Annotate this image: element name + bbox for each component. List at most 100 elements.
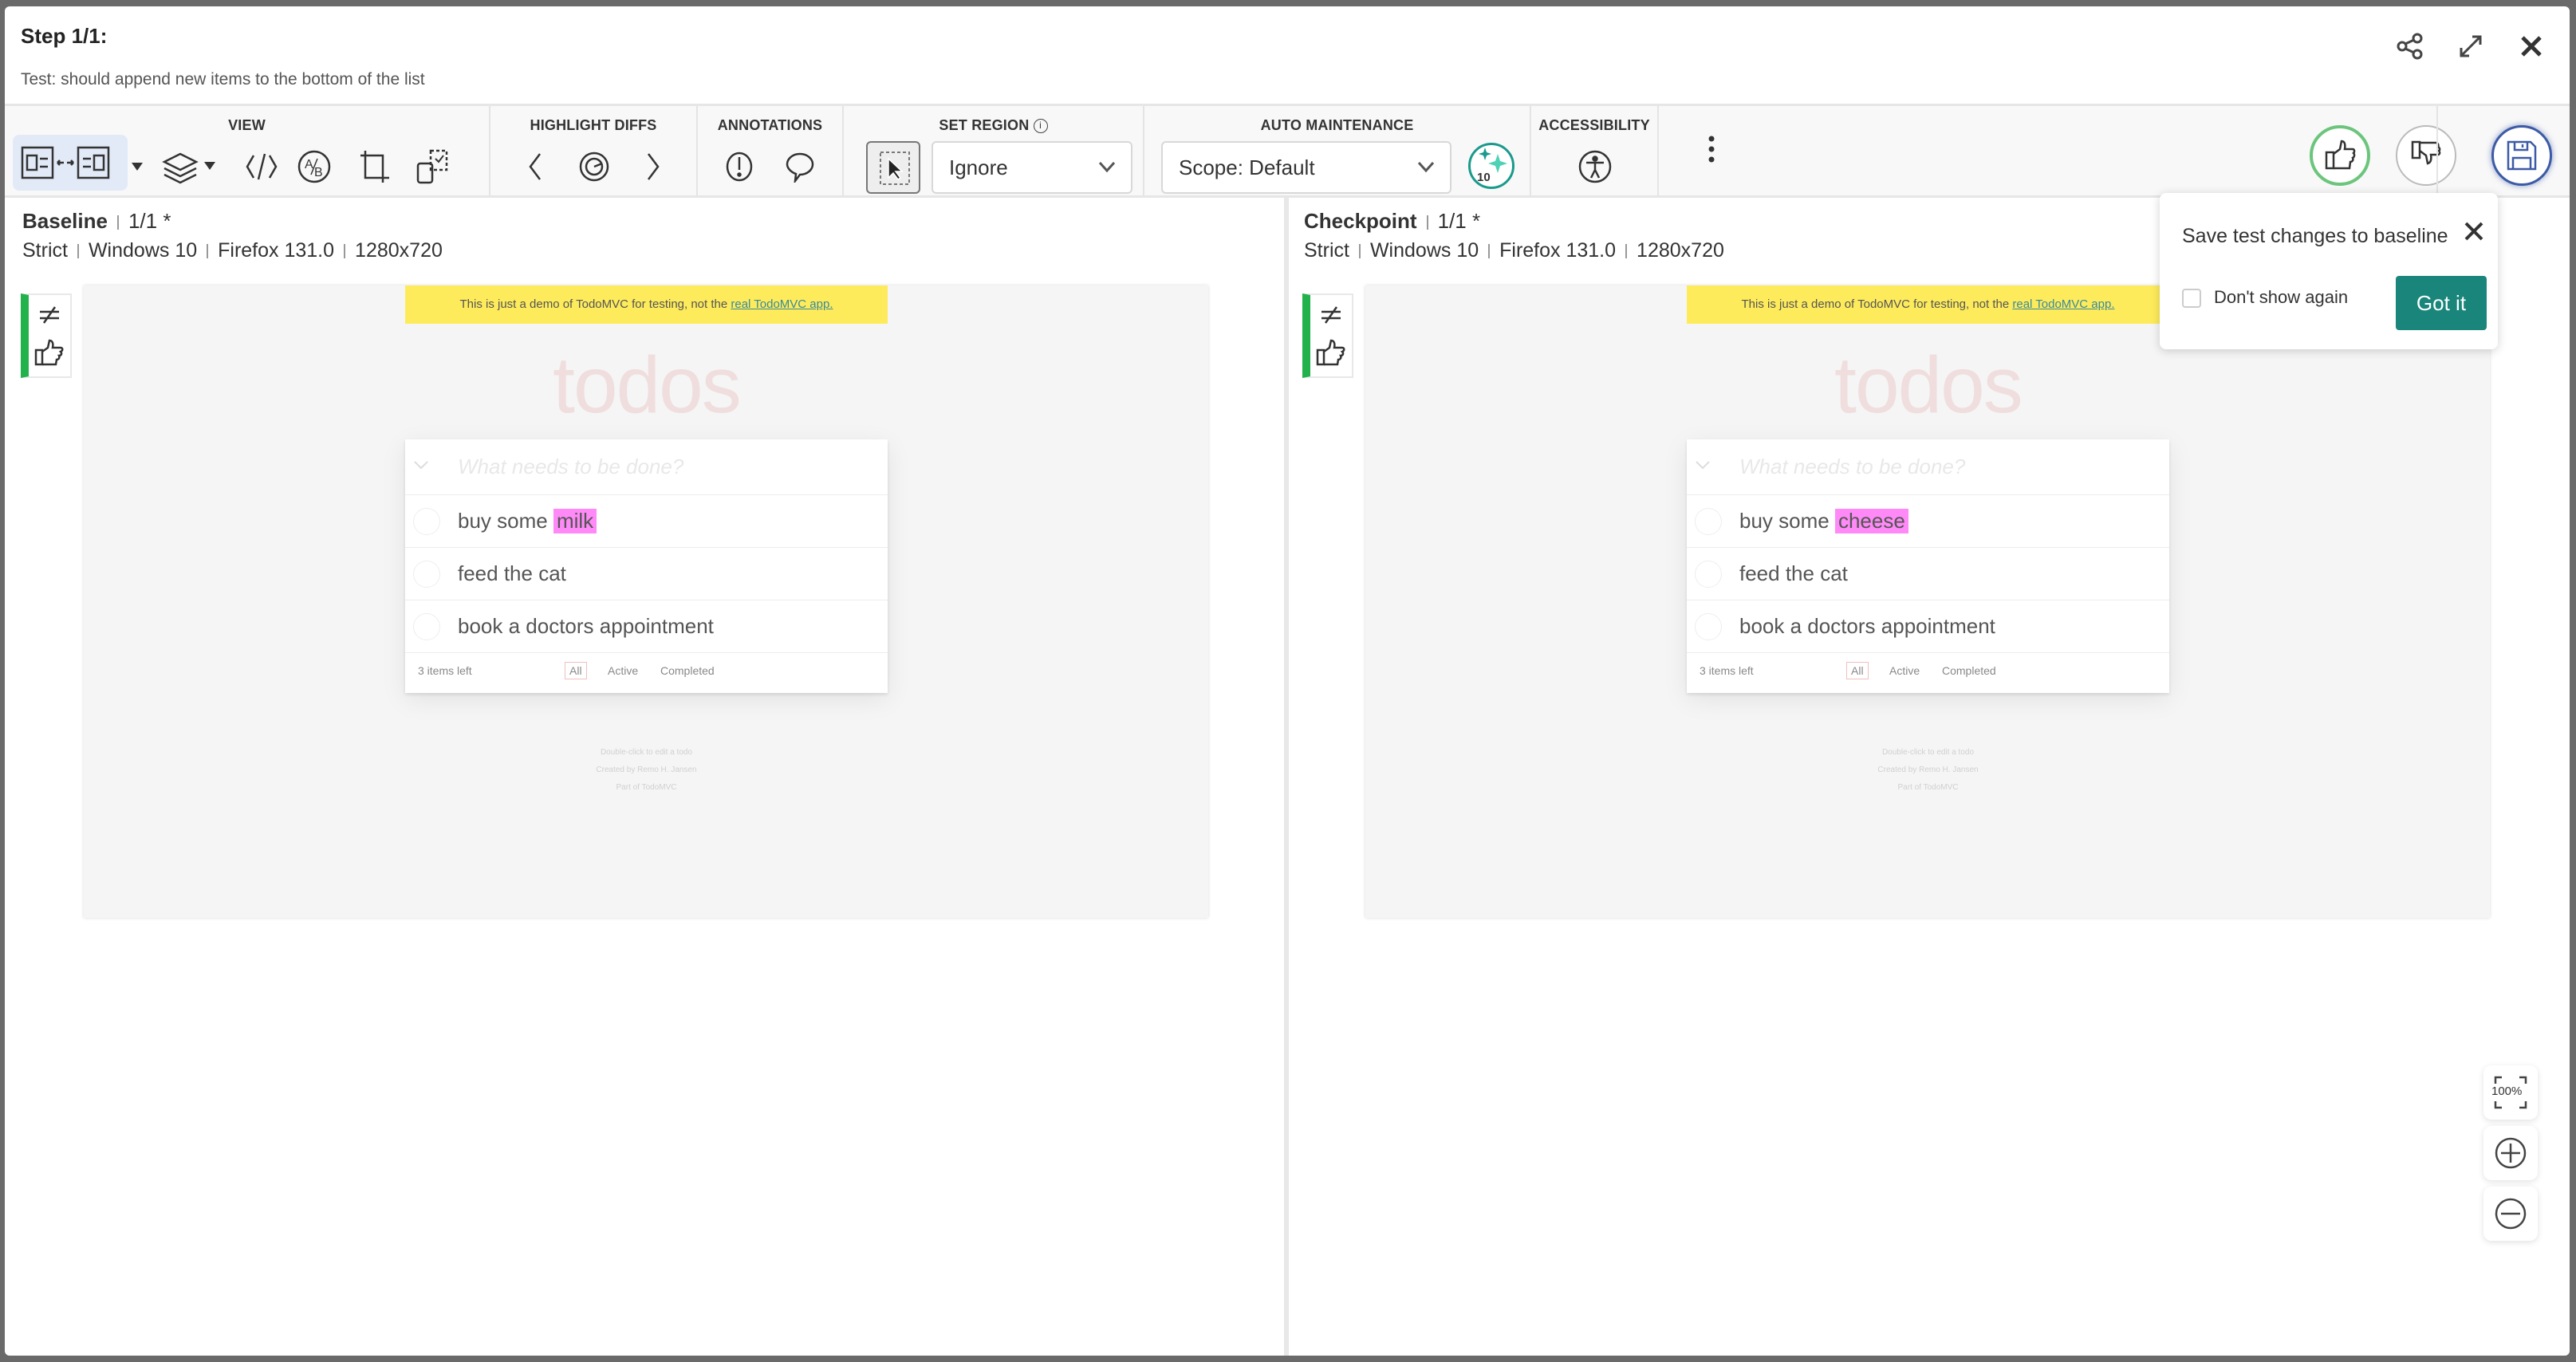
filter-all: All [1846, 662, 1869, 679]
new-todo-input: What needs to be done? [405, 439, 888, 495]
select-region-button[interactable] [866, 141, 920, 194]
next-diff-icon[interactable] [634, 148, 672, 186]
thumbs-up-icon [1316, 339, 1345, 366]
issue-icon[interactable] [720, 148, 758, 186]
accessibility-label: ACCESSIBILITY [1538, 117, 1650, 133]
auto-maintenance-button[interactable]: 10 [1468, 143, 1514, 189]
todo-list: What needs to be done? buy some milk fee… [405, 439, 888, 693]
diff-highlight: cheese [1834, 509, 1908, 533]
view-label: VIEW [228, 117, 266, 133]
baseline-diff-marker[interactable] [21, 293, 72, 378]
more-options-icon[interactable] [1692, 130, 1731, 168]
todo-item: feed the cat [405, 548, 888, 600]
close-icon[interactable] [2515, 30, 2547, 62]
dont-show-again-checkbox[interactable] [2182, 289, 2201, 308]
highlight-diffs-icon[interactable] [575, 148, 613, 186]
layers-icon[interactable] [161, 148, 225, 186]
save-button[interactable] [2491, 125, 2552, 186]
accessibility-group: ACCESSIBILITY [1531, 106, 1659, 195]
share-icon[interactable] [2394, 30, 2426, 62]
minus-circle-icon [2495, 1198, 2527, 1230]
accessibility-icon[interactable] [1576, 148, 1614, 186]
checkpoint-screenshot[interactable]: This is just a demo of TodoMVC for testi… [1365, 285, 2490, 918]
items-left: 3 items left [418, 664, 472, 677]
view-group: VIEW AB [5, 106, 490, 195]
plus-circle-icon [2495, 1137, 2527, 1169]
set-region-label: SET REGION i [844, 117, 1143, 134]
step-dialog: Step 1/1: Test: should append new items … [5, 6, 2570, 1356]
items-left: 3 items left [1700, 664, 1754, 677]
reject-button[interactable] [2396, 125, 2456, 186]
checkpoint-label: Checkpoint [1304, 209, 1417, 233]
baseline-meta-item: Strict [22, 239, 68, 262]
diff-highlight: milk [553, 509, 597, 533]
checkpoint-header: Checkpoint 1/1 * [1304, 209, 1480, 234]
zoom-out-button[interactable] [2483, 1187, 2538, 1241]
checkpoint-meta-item: 1280x720 [1637, 239, 1724, 262]
toggle-all-icon [414, 461, 428, 470]
previous-diff-icon[interactable] [516, 148, 554, 186]
todo-item: book a doctors appointment [405, 600, 888, 653]
checkpoint-step: 1/1 [1437, 209, 1467, 233]
baseline-meta-item: 1280x720 [355, 239, 443, 262]
info-text: Part of TodoMVC [616, 783, 677, 792]
auto-maintenance-label: AUTO MAINTENANCE [1260, 117, 1414, 133]
annotations-group: ANNOTATIONS [698, 106, 844, 195]
zoom-fit-button[interactable]: 100% [2483, 1065, 2538, 1120]
info-icon[interactable]: i [1033, 119, 1048, 134]
approve-button[interactable] [2310, 125, 2370, 186]
checkpoint-meta-item: Firefox 131.0 [1499, 239, 1617, 262]
set-region-group: SET REGION i Ignore [844, 106, 1144, 195]
zoom-in-button[interactable] [2483, 1126, 2538, 1180]
checkpoint-meta-item: Windows 10 [1369, 239, 1479, 262]
toggle-all-icon [1696, 461, 1710, 470]
demo-banner: This is just a demo of TodoMVC for testi… [1687, 285, 2169, 324]
expand-icon[interactable] [2455, 30, 2487, 62]
baseline-header: Baseline 1/1 * [22, 209, 171, 234]
baseline-screenshot[interactable]: This is just a demo of TodoMVC for testi… [84, 285, 1208, 918]
region-type-select[interactable]: Ignore [932, 141, 1132, 194]
info-text: Created by Remo H. Jansen [596, 766, 697, 774]
baseline-unsaved-marker: * [163, 209, 171, 233]
chevron-down-icon [1097, 157, 1117, 182]
got-it-button[interactable]: Got it [2396, 276, 2487, 330]
highlight-diffs-group: HIGHLIGHT DIFFS [490, 106, 698, 195]
filter-active: Active [1889, 664, 1920, 677]
highlight-diffs-label: HIGHLIGHT DIFFS [530, 117, 657, 133]
real-todomvc-link: real TodoMVC app. [731, 297, 833, 311]
baseline-meta-item: Firefox 131.0 [218, 239, 335, 262]
popover-close-icon[interactable] [2464, 222, 2483, 245]
filter-completed: Completed [1942, 664, 1996, 677]
svg-text:A: A [305, 158, 313, 171]
checkpoint-meta-item: Strict [1304, 239, 1349, 262]
test-name: Test: should append new items to the bot… [21, 70, 425, 89]
dont-show-again-label: Don't show again [2214, 287, 2349, 307]
thumbs-up-icon [34, 339, 64, 366]
side-by-side-view-button[interactable] [13, 135, 128, 191]
dialog-title: Step 1/1: [21, 24, 108, 48]
filter-all: All [565, 662, 587, 679]
checkpoint-meta: Strict Windows 10 Firefox 131.0 1280x720 [1304, 239, 1724, 262]
checkpoint-diff-marker[interactable] [1302, 293, 1353, 378]
match-region-icon[interactable] [413, 148, 451, 186]
todos-heading: todos [553, 340, 742, 430]
popover-title: Save test changes to baseline [2182, 225, 2448, 247]
filter-active: Active [608, 664, 639, 677]
comment-icon[interactable] [781, 148, 819, 186]
divider [2436, 106, 2438, 195]
checkpoint-unsaved-marker: * [1471, 209, 1481, 233]
chevron-down-icon [1416, 157, 1436, 182]
view-dropdown-icon[interactable] [128, 148, 147, 186]
baseline-meta-item: Windows 10 [88, 239, 198, 262]
crop-icon[interactable] [356, 148, 394, 186]
todo-item: feed the cat [1687, 548, 2169, 600]
baseline-meta: Strict Windows 10 Firefox 131.0 1280x720 [22, 239, 443, 262]
panel-splitter[interactable] [1284, 198, 1289, 1356]
demo-banner: This is just a demo of TodoMVC for testi… [405, 285, 888, 324]
code-icon[interactable] [242, 148, 281, 186]
filter-completed: Completed [660, 664, 715, 677]
ab-compare-icon[interactable]: AB [295, 148, 333, 186]
scope-select[interactable]: Scope: Default [1161, 141, 1451, 194]
auto-maintenance-count: 10 [1477, 171, 1491, 184]
todo-footer: 3 items left All Active Completed [1687, 651, 2169, 690]
